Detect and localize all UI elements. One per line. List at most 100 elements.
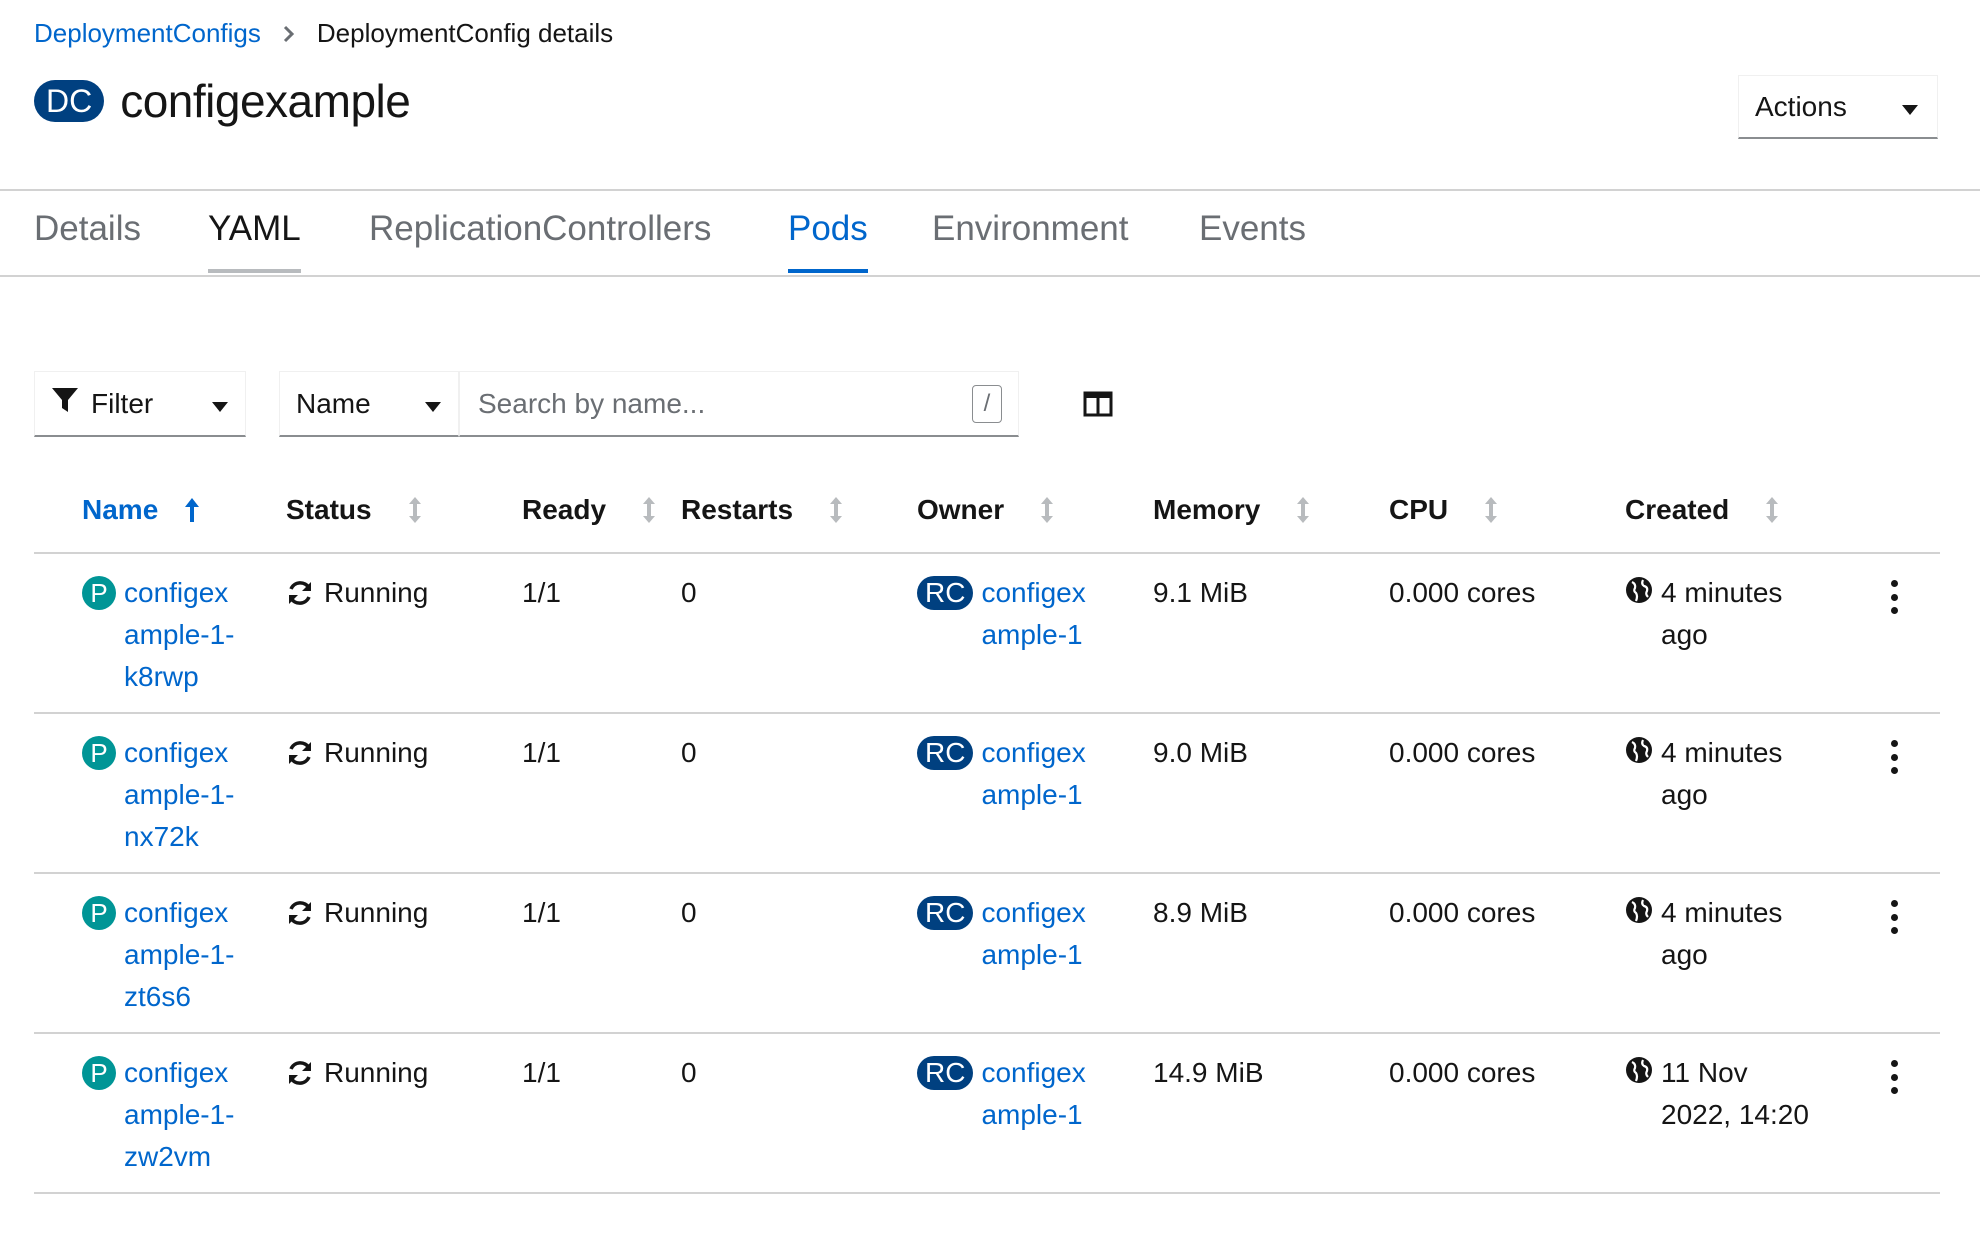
owner-link[interactable]: configexample-1 bbox=[981, 892, 1099, 976]
kebab-icon[interactable] bbox=[1884, 740, 1904, 774]
column-header-owner[interactable]: Owner bbox=[917, 494, 1054, 526]
owner-link[interactable]: configexample-1 bbox=[981, 732, 1099, 816]
search-by-name-field: / bbox=[459, 371, 1019, 437]
caret-down-icon bbox=[1901, 91, 1919, 123]
pods-table: Name Status Ready Restarts Owner Memory … bbox=[34, 484, 1940, 1194]
globe-icon bbox=[1625, 896, 1653, 924]
breadcrumb-deploymentconfigs-link[interactable]: DeploymentConfigs bbox=[34, 18, 261, 49]
restarts-cell: 0 bbox=[681, 737, 697, 768]
status-text: Running bbox=[324, 897, 429, 928]
created-cell: 4 minutes ago bbox=[1625, 892, 1817, 976]
created-text: 11 Nov 2022, 14:20 bbox=[1661, 1057, 1809, 1130]
breadcrumb: DeploymentConfigs DeploymentConfig detai… bbox=[34, 18, 613, 49]
pod-name-link[interactable]: configexample-1-zt6s6 bbox=[124, 892, 242, 1018]
owner-cell: RC configexample-1 bbox=[917, 572, 1099, 656]
column-header-status[interactable]: Status bbox=[286, 494, 422, 526]
status-cell: Running bbox=[286, 732, 428, 774]
owner-link[interactable]: configexample-1 bbox=[981, 572, 1099, 656]
tab-details[interactable]: Details bbox=[34, 209, 141, 273]
filter-icon bbox=[51, 386, 79, 421]
owner-cell: RC configexample-1 bbox=[917, 732, 1099, 816]
tab-yaml[interactable]: YAML bbox=[208, 209, 301, 273]
filter-type-select[interactable]: Name bbox=[279, 371, 459, 437]
created-text: 4 minutes ago bbox=[1661, 577, 1783, 650]
sort-icon bbox=[1765, 496, 1779, 524]
pod-name-link[interactable]: configexample-1-k8rwp bbox=[124, 572, 242, 698]
tab-bar: Details YAML ReplicationControllers Pods… bbox=[0, 189, 1980, 277]
cpu-cell: 0.000 cores bbox=[1389, 897, 1536, 928]
pod-name-link[interactable]: configexample-1-nx72k bbox=[124, 732, 242, 858]
tab-pods[interactable]: Pods bbox=[788, 209, 868, 273]
status-cell: Running bbox=[286, 572, 428, 614]
table-header: Name Status Ready Restarts Owner Memory … bbox=[34, 484, 1940, 554]
pod-badge: P bbox=[82, 736, 116, 770]
kebab-icon[interactable] bbox=[1884, 1060, 1904, 1094]
tab-replicationcontrollers[interactable]: ReplicationControllers bbox=[369, 209, 711, 273]
rc-badge: RC bbox=[917, 576, 974, 610]
owner-link[interactable]: configexample-1 bbox=[981, 1052, 1099, 1136]
column-header-restarts[interactable]: Restarts bbox=[681, 494, 843, 526]
column-header-created[interactable]: Created bbox=[1625, 494, 1779, 526]
table-row: P configexample-1-nx72k Running 1/1 0 RC… bbox=[34, 714, 1940, 874]
memory-cell: 9.0 MiB bbox=[1153, 737, 1248, 768]
column-header-ready[interactable]: Ready bbox=[522, 494, 656, 526]
status-cell: Running bbox=[286, 1052, 428, 1094]
pod-name-cell: P configexample-1-nx72k bbox=[82, 732, 242, 858]
keyboard-shortcut-hint: / bbox=[972, 384, 1002, 423]
created-text: 4 minutes ago bbox=[1661, 897, 1783, 970]
caret-down-icon bbox=[211, 388, 229, 420]
status-text: Running bbox=[324, 1057, 429, 1088]
column-header-memory[interactable]: Memory bbox=[1153, 494, 1310, 526]
sort-icon bbox=[408, 496, 422, 524]
columns-icon[interactable] bbox=[1078, 385, 1118, 423]
kebab-icon[interactable] bbox=[1884, 900, 1904, 934]
kebab-icon[interactable] bbox=[1884, 580, 1904, 614]
pod-name-link[interactable]: configexample-1-zw2vm bbox=[124, 1052, 242, 1178]
rc-badge: RC bbox=[917, 1056, 974, 1090]
chevron-right-icon bbox=[283, 25, 295, 43]
caret-down-icon bbox=[424, 388, 442, 420]
memory-cell: 14.9 MiB bbox=[1153, 1057, 1264, 1088]
ready-cell: 1/1 bbox=[522, 897, 561, 928]
globe-icon bbox=[1625, 1056, 1653, 1084]
owner-cell: RC configexample-1 bbox=[917, 892, 1099, 976]
tab-events[interactable]: Events bbox=[1199, 209, 1306, 273]
table-row: P configexample-1-zt6s6 Running 1/1 0 RC… bbox=[34, 874, 1940, 1034]
actions-label: Actions bbox=[1755, 90, 1847, 122]
pod-badge: P bbox=[82, 1056, 116, 1090]
status-cell: Running bbox=[286, 892, 428, 934]
sort-icon bbox=[1484, 496, 1498, 524]
restarts-cell: 0 bbox=[681, 1057, 697, 1088]
sort-icon bbox=[1040, 496, 1054, 524]
tab-environment[interactable]: Environment bbox=[932, 209, 1128, 273]
page-title: configexample bbox=[120, 75, 411, 127]
sort-asc-icon bbox=[184, 496, 200, 524]
restarts-cell: 0 bbox=[681, 577, 697, 608]
pod-badge: P bbox=[82, 576, 116, 610]
created-cell: 4 minutes ago bbox=[1625, 732, 1817, 816]
memory-cell: 9.1 MiB bbox=[1153, 577, 1248, 608]
table-row: P configexample-1-k8rwp Running 1/1 0 RC… bbox=[34, 554, 1940, 714]
ready-cell: 1/1 bbox=[522, 577, 561, 608]
sync-icon bbox=[286, 739, 314, 767]
restarts-cell: 0 bbox=[681, 897, 697, 928]
globe-icon bbox=[1625, 576, 1653, 604]
created-cell: 4 minutes ago bbox=[1625, 572, 1817, 656]
pod-name-cell: P configexample-1-k8rwp bbox=[82, 572, 242, 698]
table-row: P configexample-1-zw2vm Running 1/1 0 RC… bbox=[34, 1034, 1940, 1194]
cpu-cell: 0.000 cores bbox=[1389, 737, 1536, 768]
filter-dropdown-button[interactable]: Filter bbox=[34, 371, 246, 437]
sync-icon bbox=[286, 1059, 314, 1087]
globe-icon bbox=[1625, 736, 1653, 764]
ready-cell: 1/1 bbox=[522, 737, 561, 768]
search-input[interactable] bbox=[476, 386, 972, 421]
actions-dropdown-button[interactable]: Actions bbox=[1738, 75, 1938, 139]
memory-cell: 8.9 MiB bbox=[1153, 897, 1248, 928]
column-header-cpu[interactable]: CPU bbox=[1389, 494, 1498, 526]
pod-badge: P bbox=[82, 896, 116, 930]
column-header-name[interactable]: Name bbox=[82, 494, 200, 526]
ready-cell: 1/1 bbox=[522, 1057, 561, 1088]
rc-badge: RC bbox=[917, 736, 974, 770]
owner-cell: RC configexample-1 bbox=[917, 1052, 1099, 1136]
created-cell: 11 Nov 2022, 14:20 bbox=[1625, 1052, 1817, 1136]
